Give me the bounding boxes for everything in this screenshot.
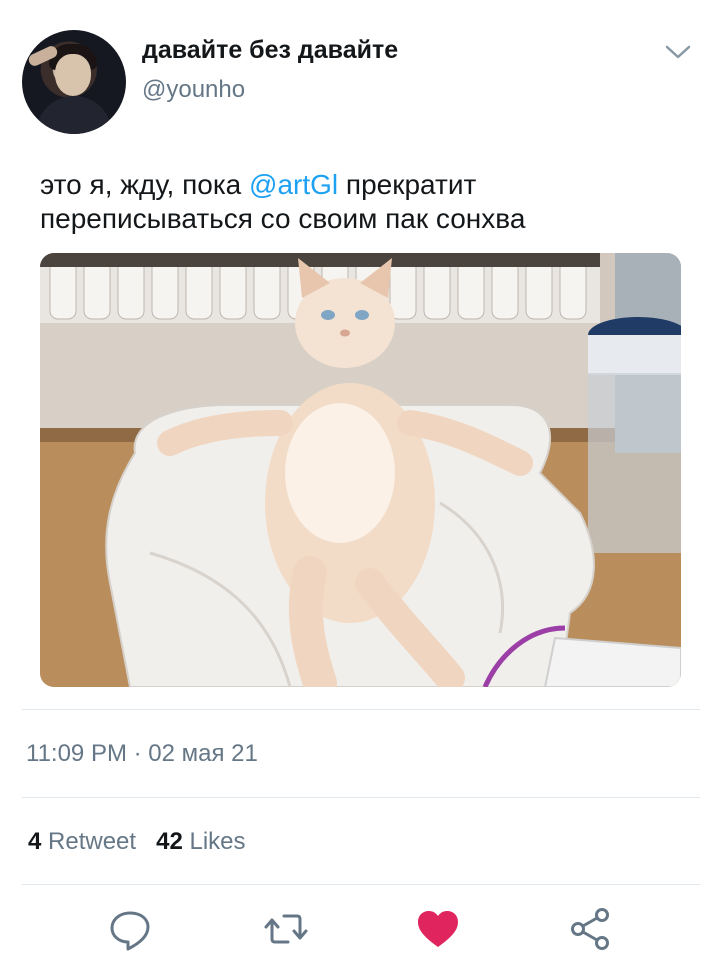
chevron-down-icon[interactable] (662, 40, 694, 64)
tweet-text: это я, жду, пока @artGl прекратит перепи… (40, 168, 690, 236)
retweet-arrows-icon (264, 914, 308, 944)
reply-button[interactable] (106, 905, 154, 953)
heart-icon (418, 911, 458, 947)
retweet-count[interactable]: 4 (28, 828, 41, 855)
share-nodes-icon (571, 908, 609, 950)
speech-bubble-icon (110, 911, 150, 951)
divider (22, 709, 700, 710)
display-name[interactable]: давайте без давайте (142, 36, 398, 65)
cat-photo (40, 253, 681, 687)
divider (22, 797, 700, 798)
avatar-body (36, 96, 112, 134)
mention-link[interactable]: @artGl (249, 169, 338, 200)
engagement-stats: 4 Retweet 42 Likes (28, 828, 246, 856)
tweet-card: давайте без давайте @younho это я, жду, … (0, 0, 720, 972)
tweet-text-start: это я, жду, пока (40, 169, 250, 200)
like-button[interactable] (414, 905, 462, 953)
retweet-button[interactable] (262, 905, 310, 953)
user-handle[interactable]: @younho (142, 76, 245, 104)
avatar[interactable] (22, 30, 126, 134)
avatar-face (55, 54, 91, 96)
divider (22, 884, 700, 885)
share-button[interactable] (566, 905, 614, 953)
tweet-photo[interactable] (40, 253, 681, 687)
like-label[interactable]: Likes (189, 828, 245, 855)
like-count[interactable]: 42 (156, 828, 183, 855)
timestamp[interactable]: 11:09 PM · 02 мая 21 (26, 740, 258, 768)
action-bar (0, 905, 720, 961)
retweet-label[interactable]: Retweet (48, 828, 136, 855)
